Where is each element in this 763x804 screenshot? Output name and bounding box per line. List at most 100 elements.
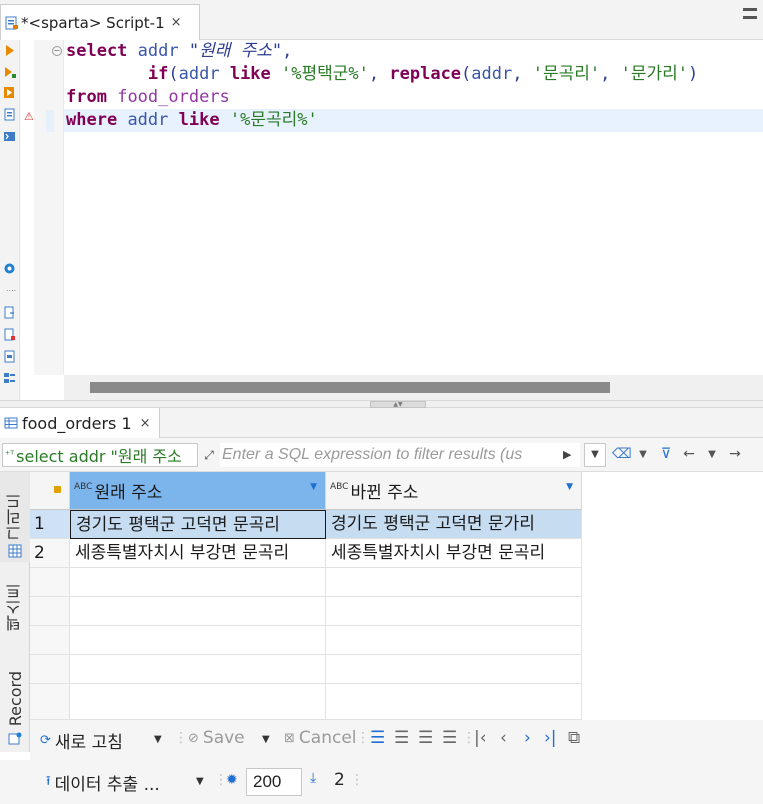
save-check-icon: ⊘ bbox=[188, 730, 199, 746]
explain-plan-icon[interactable] bbox=[3, 108, 16, 121]
terminal-icon[interactable] bbox=[3, 130, 16, 143]
load-script-icon[interactable] bbox=[3, 328, 16, 341]
tab-record[interactable]: Record bbox=[0, 664, 30, 734]
fold-collapse-icon[interactable]: − bbox=[52, 46, 62, 56]
refresh-options-dropdown[interactable]: ▼ bbox=[154, 734, 162, 745]
row-number[interactable]: 1 bbox=[30, 510, 70, 539]
first-row-icon[interactable]: |‹ bbox=[474, 728, 487, 748]
sort-icon[interactable]: ▼ bbox=[566, 482, 573, 492]
editor-tab-bar: *<sparta> Script-1 × bbox=[0, 0, 763, 40]
empty-cell bbox=[70, 568, 326, 597]
execute-statement-icon[interactable] bbox=[3, 44, 16, 57]
table-cell[interactable]: 세종특별자치시 부강면 문곡리 bbox=[326, 539, 582, 568]
splitter-handle[interactable]: ▲▼ bbox=[370, 401, 426, 408]
export-options-dropdown[interactable]: ▼ bbox=[196, 776, 204, 787]
results-status-toolbar: ⭱ 데이터 추출 ... ▼ ⋮ ✹ ⤓ 2 ⋮ bbox=[0, 760, 763, 804]
empty-cell bbox=[326, 684, 582, 720]
back-arrow-icon[interactable]: ← bbox=[681, 446, 697, 462]
settings-icon[interactable] bbox=[3, 262, 16, 275]
execute-script-icon[interactable] bbox=[3, 86, 16, 99]
export-data-button[interactable]: ⭱ 데이터 추출 ... bbox=[46, 770, 160, 796]
next-row-icon[interactable]: › bbox=[524, 728, 531, 748]
empty-cell bbox=[326, 597, 582, 626]
filter-input[interactable] bbox=[220, 443, 580, 467]
editor-action-gutter: .... bbox=[0, 40, 20, 400]
execute-in-new-tab-icon[interactable] bbox=[3, 66, 16, 79]
results-grid: ABC 원래 주소 ▼ ABC 바뀐 주소 ▼ 1 경기도 평택군 고덕면 문곡… bbox=[30, 472, 763, 720]
sql-text-icon: ⁺ᵀ bbox=[5, 449, 15, 461]
row-number-header[interactable] bbox=[30, 472, 70, 510]
apply-filter-icon[interactable]: ▶ bbox=[563, 448, 571, 461]
save-button[interactable]: ⊘ Save bbox=[188, 728, 245, 748]
row-number[interactable]: 2 bbox=[30, 539, 70, 568]
maximize-icon[interactable] bbox=[743, 16, 757, 19]
minimize-icon[interactable] bbox=[743, 8, 757, 11]
current-line-marker bbox=[46, 110, 54, 132]
filter-history-dropdown[interactable]: ▼ bbox=[584, 443, 606, 467]
table-icon bbox=[4, 417, 18, 429]
table-cell[interactable]: 경기도 평택군 고덕면 문곡리 bbox=[70, 510, 326, 539]
sort-icon[interactable]: ▼ bbox=[310, 482, 317, 492]
table-cell[interactable]: 세종특별자치시 부강면 문곡리 bbox=[70, 539, 326, 568]
empty-row-number bbox=[30, 626, 70, 655]
chevron-down-icon[interactable]: ▼ bbox=[635, 449, 651, 460]
edit-cell-icon[interactable]: ☰ bbox=[370, 728, 385, 748]
tab-text[interactable]: 텍스트 bbox=[0, 572, 30, 642]
fetch-settings-icon[interactable]: ✹ bbox=[226, 772, 238, 788]
add-row-icon[interactable]: ☰ bbox=[394, 728, 409, 748]
empty-cell bbox=[70, 655, 326, 684]
sql-code-area[interactable]: select addr "원래 주소", if(addr like '%평택군%… bbox=[64, 40, 763, 375]
delete-row-icon[interactable]: ☰ bbox=[442, 728, 457, 748]
tab-script-1-label: *<sparta> Script-1 bbox=[21, 13, 165, 32]
column-header-label: 바뀐 주소 bbox=[350, 483, 419, 503]
grid-icon bbox=[8, 544, 22, 558]
last-row-icon[interactable]: ›| bbox=[544, 728, 557, 748]
refresh-icon: ⟳ bbox=[40, 733, 51, 748]
previous-row-icon[interactable]: ‹ bbox=[500, 728, 507, 748]
table-cell[interactable]: 경기도 평택군 고덕면 문가리 bbox=[326, 510, 582, 539]
scrollbar-thumb[interactable] bbox=[90, 382, 610, 393]
code-line-1: select addr "원래 주소", bbox=[66, 41, 293, 61]
refresh-label: 새로 고침 bbox=[54, 733, 123, 753]
outline-icon[interactable] bbox=[3, 372, 16, 385]
record-icon bbox=[8, 732, 22, 745]
empty-row-number bbox=[30, 684, 70, 720]
export-script-icon[interactable] bbox=[3, 306, 16, 319]
filter-icon[interactable]: ⊽ bbox=[658, 446, 674, 462]
save-options-dropdown[interactable]: ▼ bbox=[262, 734, 270, 745]
column-header-changed-address[interactable]: ABC 바뀐 주소 ▼ bbox=[326, 472, 582, 510]
cancel-icon: ⊠ bbox=[284, 730, 295, 746]
empty-cell bbox=[70, 684, 326, 720]
forward-arrow-icon[interactable]: → bbox=[727, 446, 743, 462]
close-icon[interactable]: × bbox=[140, 416, 151, 431]
refresh-button[interactable]: ⟳ 새로 고침 bbox=[40, 728, 123, 753]
export-label: 데이터 추출 ... bbox=[54, 775, 160, 795]
code-line-3: from food_orders bbox=[66, 87, 230, 107]
close-icon[interactable]: × bbox=[171, 15, 182, 30]
format-sql-icon[interactable] bbox=[3, 350, 16, 363]
expand-icon[interactable]: ⤢ bbox=[201, 447, 217, 463]
save-label: Save bbox=[202, 728, 245, 748]
sql-script-icon bbox=[5, 16, 19, 30]
tab-script-1[interactable]: *<sparta> Script-1 × bbox=[0, 4, 200, 40]
export-icon: ⭱ bbox=[46, 773, 51, 789]
empty-row-number bbox=[30, 655, 70, 684]
warning-icon[interactable]: ⚠ bbox=[24, 110, 34, 123]
copy-row-icon[interactable]: ☰ bbox=[418, 728, 433, 748]
fetch-all-icon[interactable]: ⤓ bbox=[310, 770, 316, 786]
toolbar-separator: ⋮ bbox=[350, 772, 364, 788]
tab-food-orders-1[interactable]: food_orders 1 × bbox=[0, 408, 160, 438]
row-count: 2 bbox=[334, 770, 345, 790]
editor-results-splitter[interactable]: ▲▼ bbox=[0, 400, 763, 408]
clear-filter-icon[interactable]: ⌫ bbox=[612, 446, 632, 462]
editor-horizontal-scrollbar[interactable] bbox=[64, 375, 763, 400]
toolbar-separator: ⋮ bbox=[174, 730, 188, 746]
panels-icon[interactable]: ⧉ bbox=[568, 728, 580, 748]
column-header-original-address[interactable]: ABC 원래 주소 ▼ bbox=[70, 472, 326, 510]
fetch-size-input[interactable] bbox=[246, 768, 302, 796]
cancel-button[interactable]: ⊠ Cancel bbox=[284, 728, 357, 748]
code-line-4: where addr like '%문곡리%' bbox=[64, 109, 763, 132]
filter-bar: ⁺ᵀ select addr "원래 주소 ⤢ ▶ ▼ ⌫ ▼ ⊽ ← ▼ → bbox=[0, 438, 763, 472]
query-text-preview[interactable]: ⁺ᵀ select addr "원래 주소 bbox=[2, 443, 198, 467]
chevron-down-icon[interactable]: ▼ bbox=[704, 449, 720, 460]
